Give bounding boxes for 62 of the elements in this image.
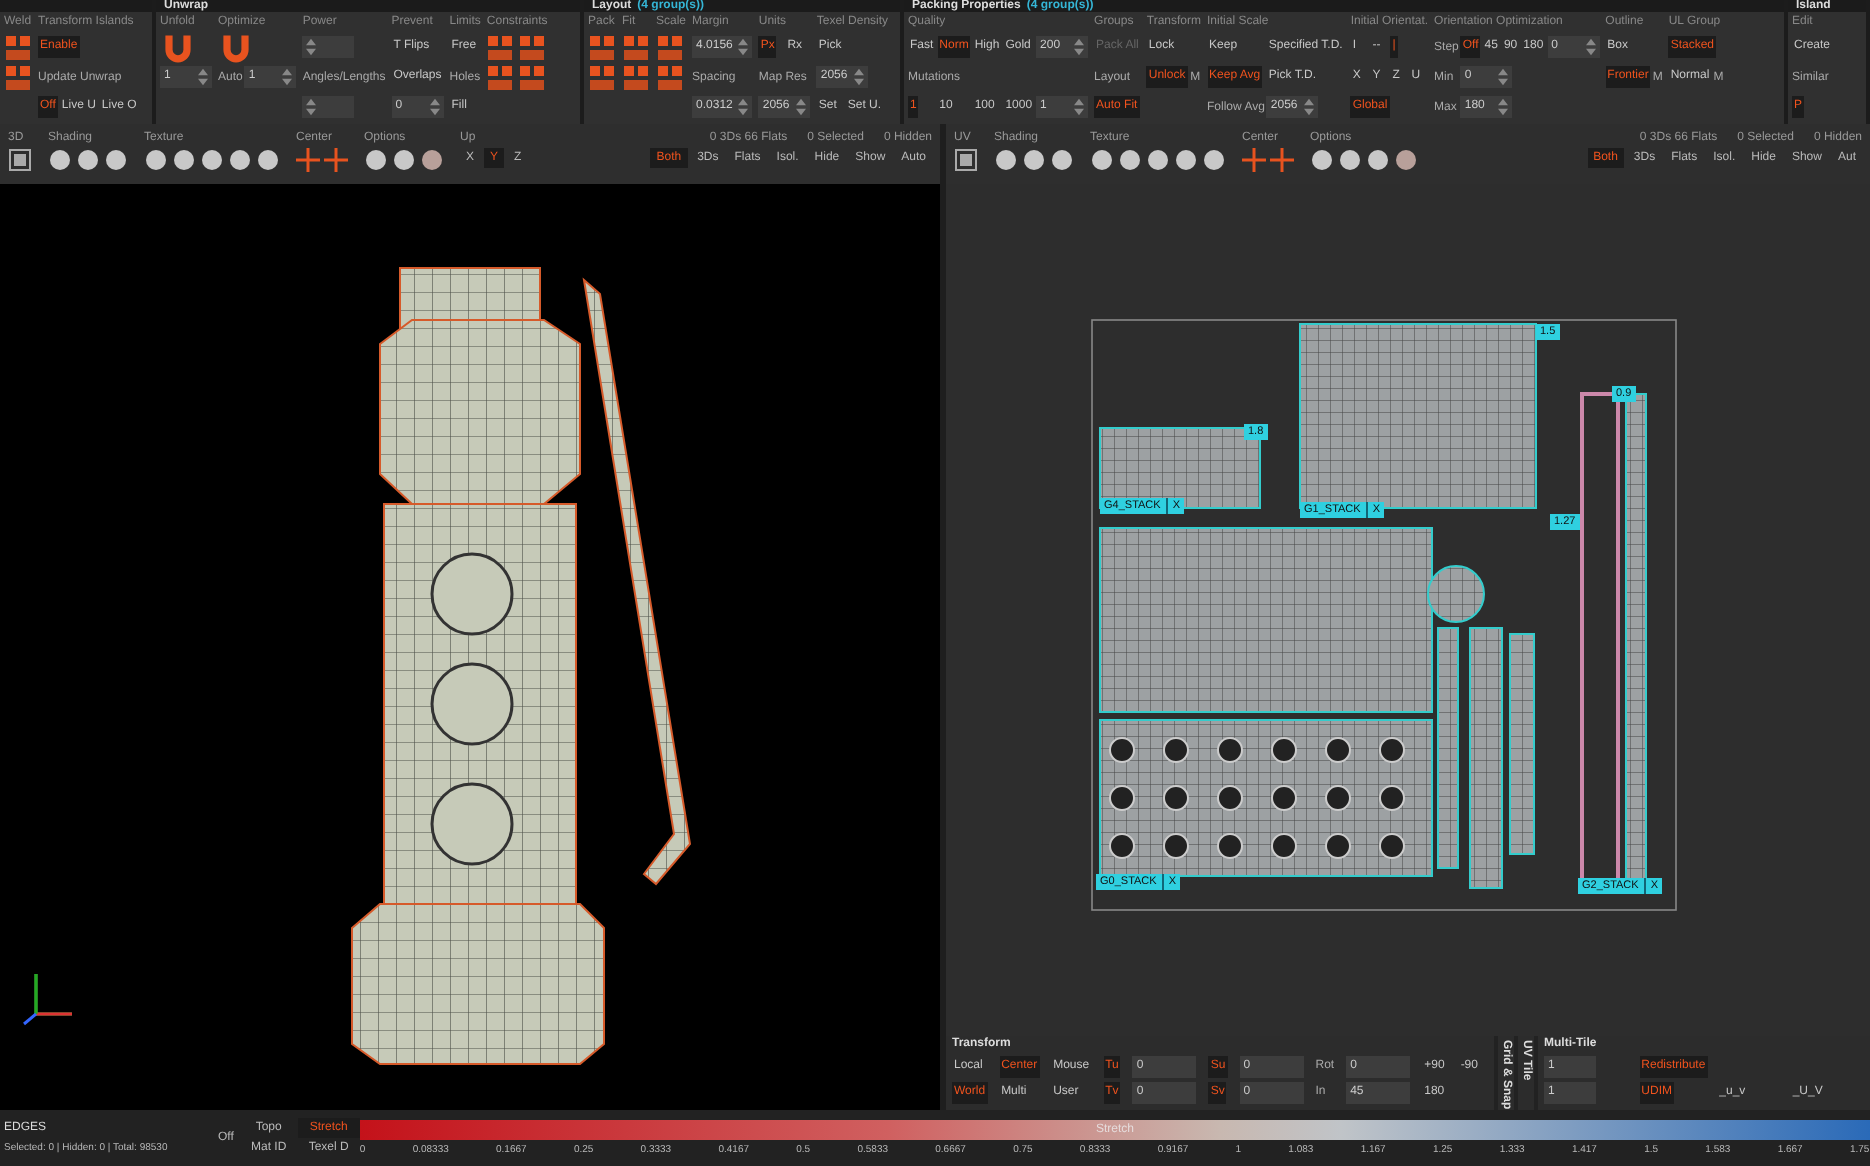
tool-icon[interactable]: [622, 63, 650, 91]
crosshair-icon[interactable]: [1270, 148, 1294, 172]
sphere-icon[interactable]: [1202, 148, 1226, 172]
crosshair-icon[interactable]: [296, 148, 320, 172]
tool-icon[interactable]: [486, 63, 515, 91]
spinner-icon[interactable]: [796, 98, 807, 116]
number-field[interactable]: [302, 96, 355, 118]
unwrap-icon[interactable]: [160, 29, 196, 65]
sphere-icon[interactable]: [1366, 148, 1390, 172]
spinner-icon[interactable]: [306, 38, 317, 56]
tool-icon[interactable]: [518, 63, 547, 91]
spinner-icon[interactable]: [282, 68, 293, 86]
tool-icon[interactable]: [588, 63, 616, 91]
crosshair-icon[interactable]: [1242, 148, 1266, 172]
spinner-icon[interactable]: [1074, 38, 1085, 56]
frame-icon[interactable]: [954, 148, 978, 172]
sphere-icon[interactable]: [1394, 148, 1418, 172]
tool-icon[interactable]: [518, 33, 547, 61]
tool-icon[interactable]: [4, 33, 32, 61]
axis-gizmo-icon: [23, 972, 74, 1026]
sphere-icon[interactable]: [1146, 148, 1170, 172]
tool-icon[interactable]: [656, 63, 684, 91]
spinner-icon[interactable]: [1498, 68, 1509, 86]
sphere-icon[interactable]: [994, 148, 1018, 172]
tool-icon[interactable]: [486, 33, 515, 61]
sphere-icon[interactable]: [144, 148, 168, 172]
sphere-icon[interactable]: [1022, 148, 1046, 172]
tool-icon[interactable]: [656, 33, 684, 61]
sphere-icon[interactable]: [48, 148, 72, 172]
frame-icon[interactable]: [8, 148, 32, 172]
sphere-icon[interactable]: [1118, 148, 1142, 172]
sphere-icon[interactable]: [200, 148, 224, 172]
sphere-icon[interactable]: [392, 148, 416, 172]
spinner-icon[interactable]: [738, 38, 749, 56]
crosshair-icon[interactable]: [324, 148, 348, 172]
spinner-icon[interactable]: [198, 68, 208, 86]
tool-icon[interactable]: [588, 33, 616, 61]
spinner-icon[interactable]: [1074, 98, 1085, 116]
sphere-icon[interactable]: [420, 148, 444, 172]
sphere-icon[interactable]: [228, 148, 252, 172]
sphere-icon[interactable]: [172, 148, 196, 172]
spinner-icon[interactable]: [1585, 38, 1596, 56]
spinner-icon[interactable]: [738, 98, 749, 116]
tool-icon[interactable]: [622, 33, 650, 61]
spinner-icon[interactable]: [429, 98, 440, 116]
spinner-icon[interactable]: [854, 68, 865, 86]
spinner-icon[interactable]: [306, 98, 317, 116]
number-field[interactable]: [302, 36, 355, 58]
sphere-icon[interactable]: [1310, 148, 1334, 172]
viewport-canvas[interactable]: [0, 184, 940, 1110]
tool-icon[interactable]: [4, 63, 32, 91]
sphere-icon[interactable]: [256, 148, 280, 172]
unwrap-icon[interactable]: [218, 29, 254, 65]
sphere-icon[interactable]: [1050, 148, 1074, 172]
sphere-icon[interactable]: [76, 148, 100, 172]
sphere-icon[interactable]: [104, 148, 128, 172]
spinner-icon[interactable]: [1304, 98, 1315, 116]
sphere-icon[interactable]: [364, 148, 388, 172]
sphere-icon[interactable]: [1174, 148, 1198, 172]
sphere-icon[interactable]: [1338, 148, 1362, 172]
spinner-icon[interactable]: [1498, 98, 1509, 116]
sphere-icon[interactable]: [1090, 148, 1114, 172]
